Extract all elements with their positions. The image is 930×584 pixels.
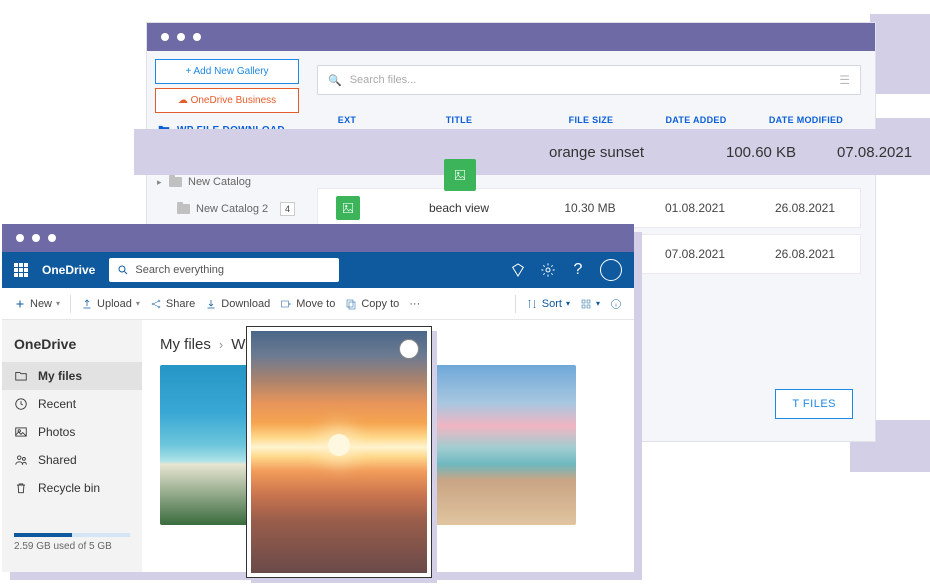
table-row[interactable]: beach view 10.30 MB 01.08.2021 26.08.202… (317, 188, 861, 228)
sidebar-item-new-catalog-2[interactable]: New Catalog 2 4 (155, 197, 299, 221)
window-dot (193, 33, 201, 41)
table-row-highlighted[interactable]: orange sunset 100.60 KB 07.08.2021 26.08… (134, 129, 930, 175)
more-button[interactable]: ··· (409, 298, 420, 310)
search-icon: 🔍 (328, 74, 342, 87)
app-launcher-icon[interactable] (14, 263, 28, 277)
import-files-button[interactable]: T FILES (775, 389, 853, 419)
nav-recent[interactable]: Recent (2, 390, 142, 418)
file-title: orange sunset (549, 144, 644, 161)
add-new-gallery-button[interactable]: + Add New Gallery (155, 59, 299, 84)
info-button[interactable] (610, 298, 622, 310)
selection-circle-icon[interactable] (399, 339, 419, 359)
sun-icon (328, 434, 350, 456)
onedrive-sidebar: OneDrive My files Recent Photos Shared R… (2, 320, 142, 572)
chevron-down-icon: ▾ (56, 299, 60, 308)
storage-indicator: 2.59 GB used of 5 GB (2, 523, 142, 562)
selected-photo-overlay[interactable] (246, 326, 432, 578)
menu-icon[interactable]: ☰ (839, 73, 850, 87)
onedrive-business-button[interactable]: ☁ OneDrive Business (155, 88, 299, 113)
nav-my-files[interactable]: My files (2, 362, 142, 390)
search-files-input[interactable]: 🔍 Search files... ☰ (317, 65, 861, 95)
col-added[interactable]: DATE ADDED (641, 115, 751, 125)
search-placeholder: Search files... (350, 74, 417, 86)
search-icon (117, 264, 129, 276)
count-badge: 4 (280, 202, 295, 216)
window-titlebar (2, 224, 634, 252)
file-date-added: 07.08.2021 (837, 144, 912, 161)
window-dot (16, 234, 24, 242)
window-dot (177, 33, 185, 41)
help-icon[interactable]: ? (570, 262, 586, 278)
nav-photos[interactable]: Photos (2, 418, 142, 446)
cloud-icon: ☁ (178, 95, 188, 106)
image-ext-icon (336, 196, 360, 220)
col-ext[interactable]: EXT (317, 115, 377, 125)
download-button[interactable]: Download (205, 298, 270, 310)
image-ext-icon (444, 159, 476, 191)
upload-button[interactable]: Upload▾ (81, 298, 140, 310)
onedrive-toolbar: New▾ Upload▾ Share Download Move to Copy… (2, 288, 634, 320)
col-size[interactable]: FILE SIZE (541, 115, 641, 125)
sunset-photo (251, 331, 427, 573)
chevron-down-icon: ▾ (596, 299, 600, 308)
copy-to-button[interactable]: Copy to (345, 298, 399, 310)
sidebar-title: OneDrive (2, 330, 142, 362)
onedrive-header: OneDrive Search everything ? (2, 252, 634, 288)
nav-recycle-bin[interactable]: Recycle bin (2, 474, 142, 502)
window-dot (32, 234, 40, 242)
folder-icon (169, 177, 182, 187)
view-button[interactable]: ▾ (580, 298, 600, 310)
window-dot (48, 234, 56, 242)
new-button[interactable]: New▾ (14, 298, 60, 310)
window-dot (161, 33, 169, 41)
file-size: 100.60 KB (726, 144, 796, 161)
chevron-down-icon: ▾ (566, 299, 570, 308)
table-header: EXT TITLE FILE SIZE DATE ADDED DATE MODI… (317, 105, 861, 132)
gear-icon[interactable] (540, 262, 556, 278)
onedrive-brand: OneDrive (42, 263, 95, 277)
storage-text: 2.59 GB used of 5 GB (14, 541, 130, 552)
col-title[interactable]: TITLE (377, 115, 541, 125)
share-button[interactable]: Share (150, 298, 195, 310)
nav-shared[interactable]: Shared (2, 446, 142, 474)
folder-icon (177, 204, 190, 214)
window-titlebar (147, 23, 875, 51)
caret-icon: ▸ (157, 177, 162, 188)
onedrive-business-label: OneDrive Business (191, 95, 277, 106)
breadcrumb-item[interactable]: My files (160, 336, 211, 353)
col-modified[interactable]: DATE MODIFIED (751, 115, 861, 125)
move-to-button[interactable]: Move to (280, 298, 335, 310)
sort-button[interactable]: Sort▾ (526, 298, 570, 310)
diamond-icon[interactable] (510, 262, 526, 278)
chevron-right-icon: › (219, 337, 223, 352)
avatar[interactable] (600, 259, 622, 281)
chevron-down-icon: ▾ (136, 299, 140, 308)
search-everything-input[interactable]: Search everything (109, 258, 339, 282)
